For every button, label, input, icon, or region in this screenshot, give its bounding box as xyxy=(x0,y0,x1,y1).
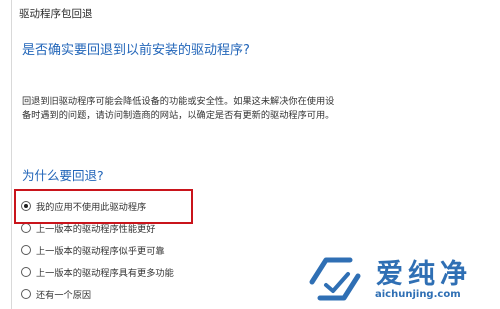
watermark-logo-icon xyxy=(309,257,361,301)
radio-button[interactable] xyxy=(21,245,31,255)
reason-option-other[interactable]: 还有一个原因 xyxy=(21,287,91,301)
reason-label: 上一版本的驱动程序似乎更可靠 xyxy=(36,246,165,257)
reason-option-more-reliable[interactable]: 上一版本的驱动程序似乎更可靠 xyxy=(21,243,165,257)
description-line-1: 回退到旧驱动程序可能会降低设备的功能或安全性。如果这未解决你在使用设 xyxy=(22,96,335,107)
description-line-2: 备时遇到的问题，请访问制造商的网站，以确定是否有更新的驱动程序可用。 xyxy=(22,109,335,121)
dialog-question: 是否确实要回退到以前安装的驱动程序? xyxy=(22,43,250,58)
watermark-brand: 爱纯净 xyxy=(376,259,472,290)
reason-option-more-features[interactable]: 上一版本的驱动程序具有更多功能 xyxy=(21,265,174,279)
reason-heading: 为什么要回退? xyxy=(22,168,104,183)
watermark: 爱纯净 aichunjing.com xyxy=(306,252,496,304)
watermark-url: aichunjing.com xyxy=(375,289,461,300)
radio-button[interactable] xyxy=(21,223,31,233)
reason-label: 还有一个原因 xyxy=(36,290,92,301)
window-title: 驱动程序包回退 xyxy=(19,8,93,20)
reason-label: 上一版本的驱动程序具有更多功能 xyxy=(36,268,174,279)
title-bar: 驱动程序包回退 xyxy=(0,0,500,24)
radio-button[interactable] xyxy=(21,267,31,277)
annotation-highlight-box xyxy=(14,189,193,224)
window-left-border xyxy=(11,0,12,309)
radio-button[interactable] xyxy=(21,289,31,299)
dialog-description: 回退到旧驱动程序可能会降低设备的功能或安全性。如果这未解决你在使用设 备时遇到的… xyxy=(22,95,352,122)
